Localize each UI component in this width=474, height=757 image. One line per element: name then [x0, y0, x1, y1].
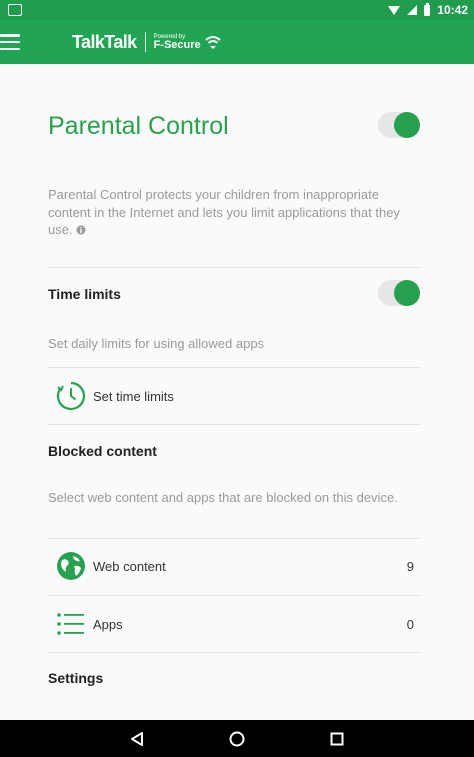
status-bar: 10:42 — [0, 0, 474, 20]
status-time: 10:42 — [437, 3, 468, 17]
brand-separator — [144, 32, 146, 52]
settings-title: Settings — [48, 670, 104, 686]
time-limits-title: Time limits — [48, 286, 121, 302]
web-content-label: Web content — [93, 558, 166, 574]
toggle-knob — [394, 280, 420, 306]
screen: 10:42 TalkTalk Powered by F-Secure Paren… — [0, 0, 474, 757]
status-icons: 10:42 — [388, 2, 468, 17]
recents-icon[interactable] — [327, 729, 347, 749]
brand-name: TalkTalk — [72, 31, 137, 52]
battery-icon — [424, 2, 431, 16]
globe-icon — [54, 549, 88, 583]
blocked-content-title: Blocked content — [48, 443, 157, 459]
web-content-row[interactable]: Web content 9 — [48, 538, 420, 594]
parental-control-toggle[interactable] — [378, 112, 420, 138]
apps-count: 0 — [406, 616, 414, 632]
app-bar: TalkTalk Powered by F-Secure — [0, 20, 474, 64]
back-icon[interactable] — [127, 729, 147, 749]
partner-name: F-Secure — [153, 38, 201, 51]
set-time-limits-label: Set time limits — [93, 388, 174, 404]
page-title: Parental Control — [48, 112, 229, 140]
wifi-icon — [388, 5, 401, 15]
home-icon[interactable] — [227, 729, 247, 749]
apps-label: Apps — [93, 616, 123, 632]
navigation-bar — [0, 720, 474, 757]
toggle-knob — [394, 112, 420, 138]
apps-row[interactable]: Apps 0 — [48, 596, 420, 652]
time-limits-toggle[interactable] — [378, 280, 420, 306]
list-icon — [54, 607, 88, 641]
notification-icon — [8, 4, 22, 16]
web-content-count: 9 — [406, 558, 414, 574]
divider — [48, 267, 420, 268]
set-time-limits-row[interactable]: Set time limits — [48, 368, 420, 424]
hamburger-menu-icon[interactable] — [0, 34, 20, 50]
signal-icon — [407, 5, 418, 15]
fsecure-wifi-icon — [205, 36, 221, 49]
time-limits-description: Set daily limits for using allowed apps — [48, 336, 265, 351]
clock-icon — [54, 379, 88, 413]
divider — [48, 652, 420, 653]
content: Parental Control Parental Control protec… — [0, 64, 474, 720]
info-icon[interactable] — [76, 225, 86, 235]
blocked-content-description: Select web content and apps that are blo… — [48, 490, 398, 505]
brand-logo: TalkTalk Powered by F-Secure — [72, 32, 221, 53]
parental-control-description: Parental Control protects your children … — [48, 186, 408, 239]
brand-partner: Powered by F-Secure — [154, 34, 201, 51]
divider — [48, 424, 420, 425]
description-text: Parental Control protects your children … — [48, 187, 400, 237]
